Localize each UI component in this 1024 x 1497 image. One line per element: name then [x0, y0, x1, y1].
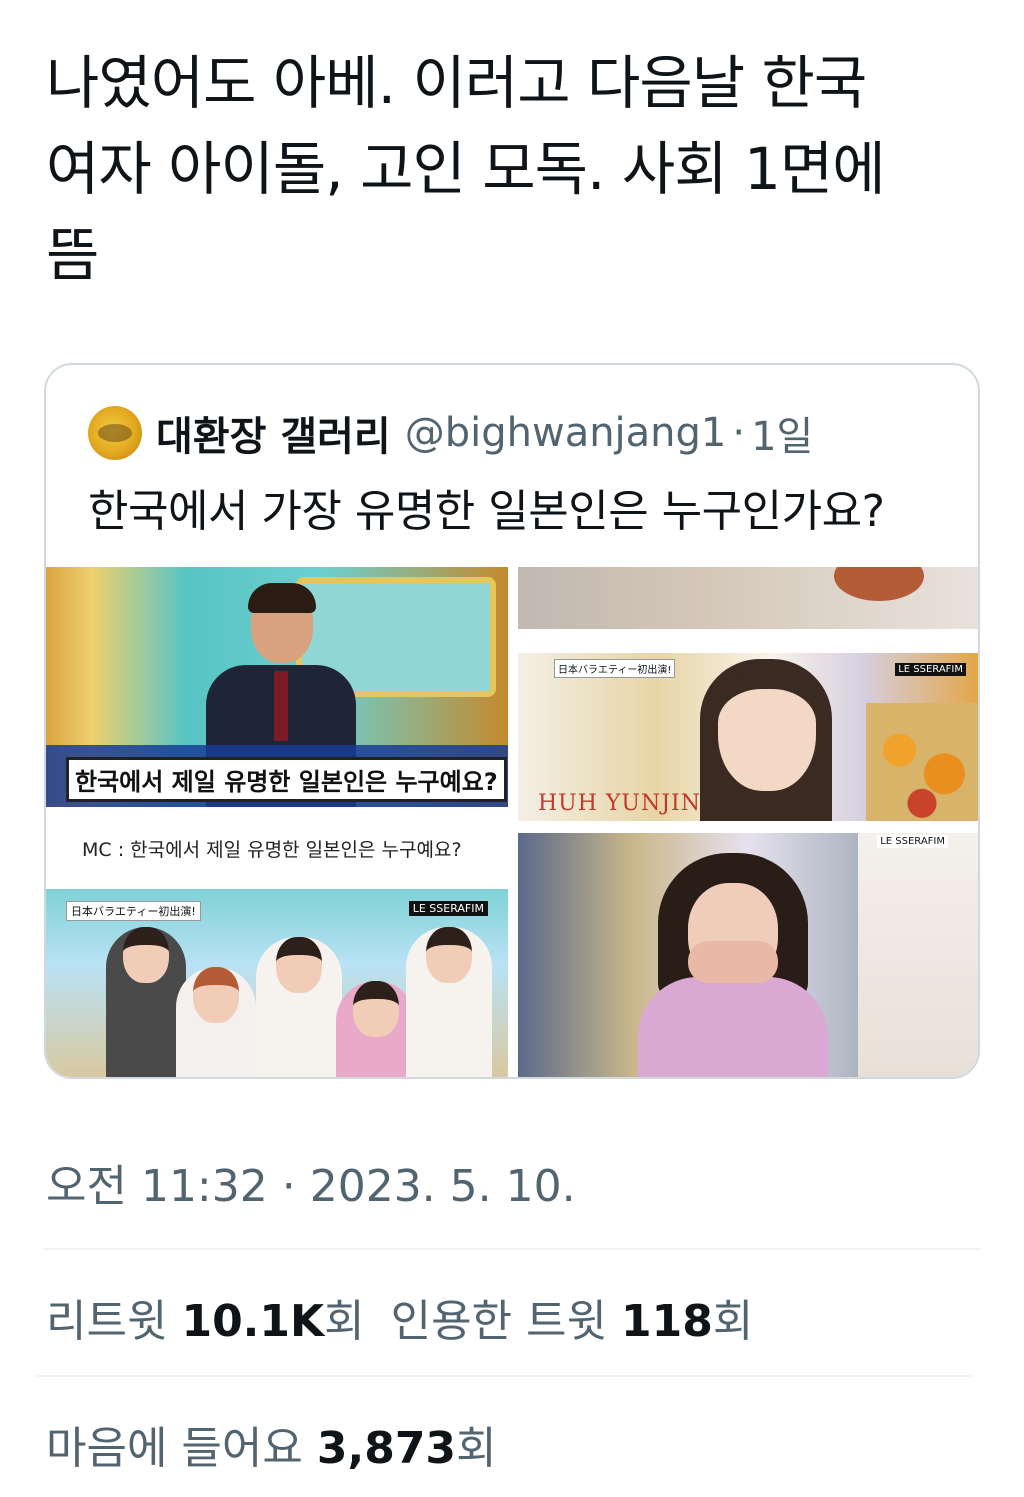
image-caption: 한국에서 제일 유명한 일본인은 누구예요?	[66, 757, 507, 802]
tweet-text-line: 여자 아이돌, 고인 모독. 사회 1면에	[46, 135, 886, 203]
show-tag: 日本バラエティー初出演!	[554, 659, 676, 678]
flower-decoration	[866, 703, 978, 821]
show-tag: 日本バラエティー初出演!	[66, 901, 201, 921]
retweets-label: 리트윗	[46, 1296, 168, 1347]
member-figure	[638, 853, 828, 1077]
likes-count[interactable]: 3,873	[317, 1423, 456, 1474]
divider	[44, 1248, 980, 1250]
quoted-tweet-header: 대환장 갤러리 @bighwanjang1 · 1일	[88, 403, 813, 463]
retweets-unit: 회	[324, 1296, 365, 1347]
media-image-2[interactable]: 日本バラエティー初出演! LE SSERAFIM HUH YUNJIN	[518, 567, 978, 821]
quoted-display-name[interactable]: 대환장 갤러리	[156, 404, 391, 462]
image-strip	[518, 567, 978, 629]
media-grid: 한국에서 제일 유명한 일본인은 누구예요? MC : 한국에서 제일 유명한 …	[46, 567, 978, 1077]
quoted-tweet-card[interactable]: 대환장 갤러리 @bighwanjang1 · 1일 한국에서 가장 유명한 일…	[44, 363, 980, 1079]
group-tag: LE SSERAFIM	[877, 835, 948, 848]
tweet-text-line: 나였어도 아베. 이러고 다음날 한국	[46, 49, 867, 117]
engagement-stats-row: 리트윗 10.1K 회 인용한 트윗 118 회	[46, 1285, 753, 1349]
quotes-unit: 회	[712, 1296, 754, 1347]
tweet-text-line: 뜸	[46, 221, 99, 289]
likes-stats-row: 마음에 들어요 3,873 회	[46, 1412, 497, 1476]
group-tag: LE SSERAFIM	[408, 901, 488, 916]
avatar[interactable]	[88, 406, 142, 460]
media-image-1[interactable]: 한국에서 제일 유명한 일본인은 누구예요? MC : 한국에서 제일 유명한 …	[46, 567, 508, 1077]
quotes-label: 인용한 트윗	[390, 1296, 607, 1347]
quotes-count[interactable]: 118	[621, 1296, 713, 1347]
separator-dot: ·	[732, 410, 746, 456]
divider	[36, 1375, 972, 1377]
group-photo: 日本バラエティー初出演! LE SSERAFIM	[46, 889, 508, 1077]
tweet-text: 나였어도 아베. 이러고 다음날 한국 여자 아이돌, 고인 모독. 사회 1면…	[46, 40, 986, 298]
quoted-time-ago[interactable]: 1일	[751, 404, 813, 462]
likes-unit: 회	[456, 1423, 497, 1474]
portrait-frame: 日本バラエティー初出演! LE SSERAFIM HUH YUNJIN	[518, 653, 978, 821]
retweets-count[interactable]: 10.1K	[181, 1296, 324, 1347]
quoted-tweet-text: 한국에서 가장 유명한 일본인은 누구인가요?	[88, 486, 885, 537]
likes-label: 마음에 들어요	[46, 1423, 303, 1474]
group-tag: LE SSERAFIM	[895, 663, 966, 676]
quoted-handle[interactable]: @bighwanjang1	[405, 410, 727, 456]
media-image-3[interactable]: LE SSERAFIM	[518, 833, 978, 1077]
member-name-caption: HUH YUNJIN	[538, 791, 701, 816]
image-subtitle: MC : 한국에서 제일 유명한 일본인은 누구예요?	[82, 839, 462, 861]
tweet-timestamp[interactable]: 오전 11:32 · 2023. 5. 10.	[46, 1150, 576, 1214]
